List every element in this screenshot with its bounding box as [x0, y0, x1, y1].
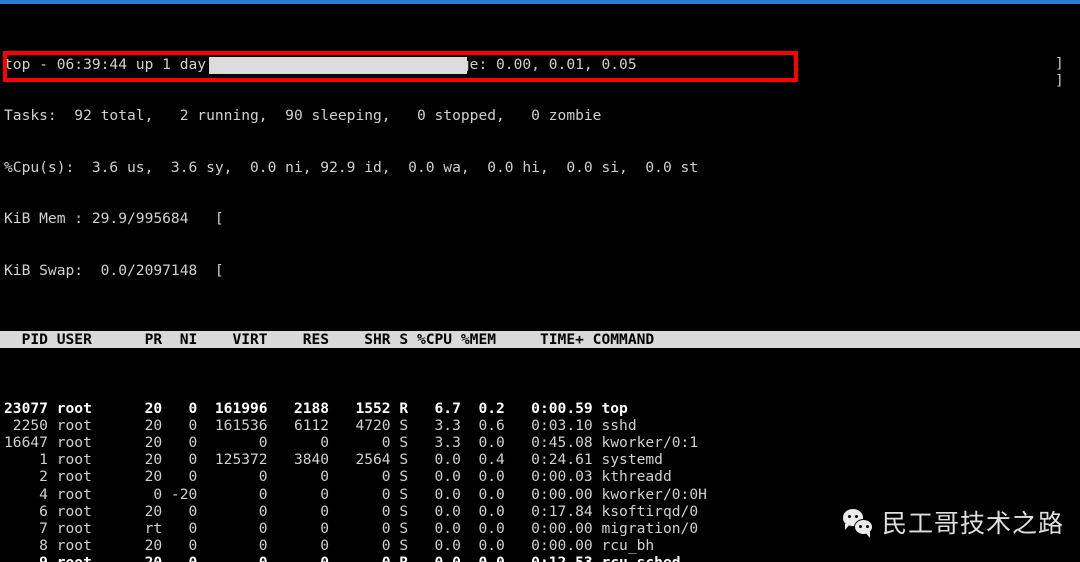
top-tasks-line: Tasks: 92 total, 2 running, 90 sleeping,… [4, 107, 602, 125]
wechat-icon [842, 509, 873, 538]
table-row: 16647 root 20 0 0 0 0 S 3.3 0.0 0:45.08 … [4, 433, 699, 451]
table-row: 2 root 20 0 0 0 0 S 0.0 0.0 0:00.03 kthr… [4, 468, 672, 486]
table-row: 9 root 20 0 0 0 0 R 0.0 0.0 0:12.53 rcu_… [0, 554, 1080, 562]
top-swap-line: KiB Swap: 0.0/2097148 [ [4, 261, 224, 279]
memory-usage-gauge-fill [209, 57, 467, 74]
terminal-output: top - 06:39:44 up 1 day, 7:53, 1 user, l… [0, 4, 1080, 562]
swap-gauge-close-bracket: ] [1055, 72, 1064, 89]
memory-gauge-close-bracket: ] [1055, 55, 1064, 72]
process-table-header: PID USER PR NI VIRT RES SHR S %CPU %MEM … [0, 330, 1080, 348]
table-row: 2250 root 20 0 161536 6112 4720 S 3.3 0.… [4, 416, 637, 434]
top-cpu-line: %Cpu(s): 3.6 us, 3.6 sy, 0.0 ni, 92.9 id… [4, 158, 699, 176]
top-uptime-line: top - 06:39:44 up 1 day, 7:53, 1 user, l… [4, 55, 637, 73]
table-row: 4 root 0 -20 0 0 0 S 0.0 0.0 0:00.00 kwo… [4, 485, 707, 503]
watermark: 民工哥技术之路 [842, 504, 1064, 540]
top-mem-line: KiB Mem : 29.9/995684 [ [4, 210, 224, 228]
table-row: 23077 root 20 0 161996 2188 1552 R 6.7 0… [4, 399, 628, 417]
terminal-screenshot: top - 06:39:44 up 1 day, 7:53, 1 user, l… [0, 0, 1080, 562]
table-row: 1 root 20 0 125372 3840 2564 S 0.0 0.4 0… [4, 451, 663, 469]
watermark-label: 民工哥技术之路 [881, 509, 1064, 538]
